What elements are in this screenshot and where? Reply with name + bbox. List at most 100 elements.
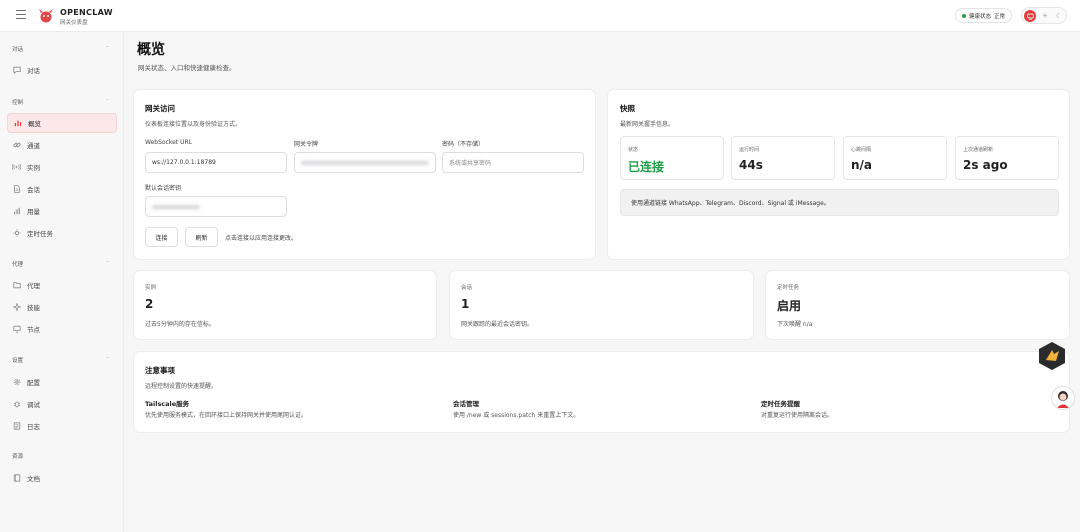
health-label: 健康状态 [969,13,992,20]
sidebar-item-sessions[interactable]: 会话 [7,179,117,199]
sidebar-item-label: 定时任务 [27,230,53,238]
channels-info-bar: 使用通道链接 WhatsApp、Telegram、Discord、Signal … [620,189,1059,216]
brand-title: OPENCLAW [60,8,113,17]
sidebar-group-control[interactable]: 控制 [12,98,23,106]
card-value: 启用 [777,299,802,313]
sidebar-item-label: 日志 [27,423,40,431]
stat-last-channel-refresh: 上次通道刷新 2s ago [955,136,1059,180]
redacted-session-key [152,204,200,209]
note-title: Tailscale服务 [145,400,190,408]
stat-label: 运行时间 [739,147,760,153]
card-description: 下次唤醒 n/a [777,321,813,328]
gateway-token-label: 网关令牌 [294,141,319,148]
notes-card: 注意事项 远程控制设置的快速提醒。 [133,351,1070,433]
card-value: 2 [145,297,154,311]
sidebar-item-cron[interactable]: 定时任务 [7,223,117,243]
sidebar-item-instances[interactable]: 实例 [7,157,117,177]
card-description: 远程控制设置的快速提醒。 [145,383,218,390]
sidebar-item-logs[interactable]: 日志 [7,416,117,436]
sidebar-item-label: 节点 [27,326,40,334]
stat-status: 状态 已连接 [620,136,724,180]
sidebar-item-label: 对话 [27,67,40,75]
openclaw-logo [39,9,53,23]
top-bar: OPENCLAW 网关仪表盘 健康状态 正常 ☀ ☾ [0,0,1080,32]
sidebar-group-resources[interactable]: 资源 [12,452,23,460]
websocket-url-input[interactable]: ws://127.0.0.1:18789 [145,152,287,173]
note-text: 对重复运行使用隔离会话。 [761,412,834,419]
monitor-icon [12,325,21,334]
stat-label: 状态 [628,147,639,153]
card-label: 会话 [461,285,473,291]
card-description: 最新网关握手信息。 [620,121,675,128]
sidebar-item-label: 会话 [27,186,40,194]
connect-hint: 点击连接以应用连接更改。 [225,235,298,242]
refresh-button[interactable]: 刷新 [185,227,218,247]
collapse-icon[interactable]: – [106,354,109,361]
link-icon [12,141,21,150]
sidebar-item-label: 通道 [27,142,40,150]
sidebar-group-settings[interactable]: 设置 [12,356,23,364]
log-file-icon [12,422,21,431]
card-title: 网关访问 [145,104,175,113]
card-value: 1 [461,297,470,311]
sidebar-item-overview[interactable]: 概览 [7,113,117,133]
session-key-input[interactable] [145,196,287,217]
sidebar-item-config[interactable]: 配置 [7,372,117,392]
sidebar-item-label: 配置 [27,379,40,387]
collapse-icon[interactable]: – [106,258,109,265]
card-label: 定时任务 [777,285,800,291]
sidebar-group-agents[interactable]: 代理 [12,260,23,268]
document-icon [12,185,21,194]
card-title: 快照 [620,104,635,113]
sidebar-item-docs[interactable]: 文档 [7,468,117,488]
system-theme-icon[interactable] [1024,10,1036,22]
theme-switcher: ☀ ☾ [1021,7,1067,24]
page-title: 概览 [137,42,165,58]
sidebar-item-channels[interactable]: 通道 [7,135,117,155]
health-value: 正常 [994,13,1006,20]
page-subtitle: 网关状态、入口和快速健康检查。 [138,64,236,72]
sidebar-item-agents[interactable]: 代理 [7,275,117,295]
brand-subtitle: 网关仪表盘 [60,20,88,26]
chat-bubble-icon [12,66,21,75]
note-text: 优先使用服务模式，在回环接口上保持网关并使用尾网认证。 [145,412,308,419]
gateway-token-input[interactable] [294,152,436,173]
stat-label: 心跳间隔 [851,147,872,153]
collapse-icon[interactable]: – [106,96,109,103]
collapse-icon[interactable]: – [106,43,109,50]
user-avatar[interactable] [1051,386,1075,410]
folder-icon [12,281,21,290]
gateway-access-card: 网关访问 仪表板连接位置以及身份验证方式。 WebSocket URL ws:/… [133,89,596,260]
sidebar-item-label: 概览 [28,120,41,128]
stat-value: 44s [739,158,763,172]
avatar-icon [1057,391,1069,408]
stat-label: 上次通道刷新 [963,147,994,153]
sidebar-item-debug[interactable]: 调试 [7,394,117,414]
bar-chart-icon [13,119,22,128]
connect-button[interactable]: 连接 [145,227,178,247]
sidebar-item-label: 技能 [27,304,40,312]
assistant-badge-icon[interactable] [1037,341,1067,371]
menu-icon[interactable] [16,10,26,20]
sidebar-item-label: 文档 [27,475,40,483]
sidebar-item-skills[interactable]: 技能 [7,297,117,317]
card-description: 过去5分钟内的存在信标。 [145,321,215,328]
sidebar-group-chat[interactable]: 对话 [12,45,23,53]
sidebar-item-label: 调试 [27,401,40,409]
dark-theme-icon[interactable]: ☾ [1053,10,1065,22]
sidebar-item-nodes[interactable]: 节点 [7,319,117,339]
card-label: 实例 [145,285,157,291]
sidebar: 对话 – 对话 控制 – 概览 通道 实例 会话 用量 定时任务 代理 – 代理… [0,32,124,532]
sidebar-item-chat[interactable]: 对话 [7,60,117,80]
password-input[interactable]: 系统或共享密码 [442,152,584,173]
websocket-url-label: WebSocket URL [145,139,192,146]
sparkle-icon [12,303,21,312]
gear-icon [12,378,21,387]
redacted-token [301,160,429,165]
sidebar-item-usage[interactable]: 用量 [7,201,117,221]
card-description: 网关跟踪的最近会话密钥。 [461,321,534,328]
stat-value: 2s ago [963,158,1008,172]
light-theme-icon[interactable]: ☀ [1039,10,1051,22]
usage-bars-icon [12,207,21,216]
stat-heartbeat: 心跳间隔 n/a [843,136,947,180]
